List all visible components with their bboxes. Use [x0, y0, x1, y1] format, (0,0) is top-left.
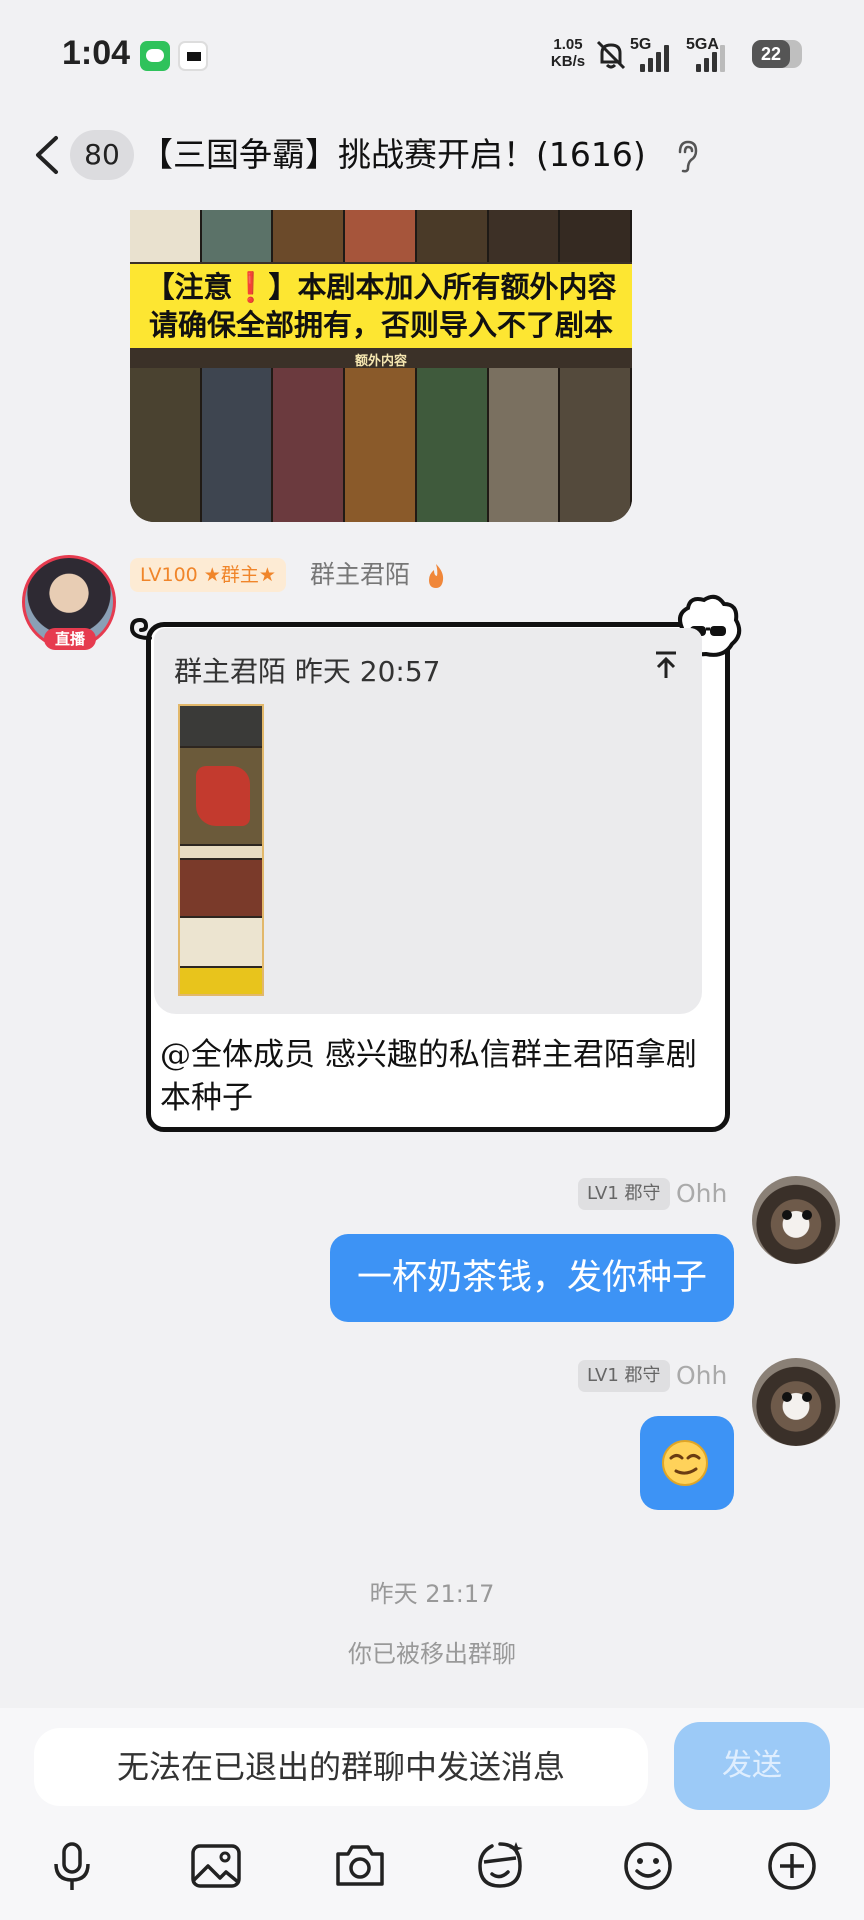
- mic-icon[interactable]: [44, 1838, 100, 1894]
- jump-to-original-icon[interactable]: [650, 648, 682, 682]
- bubble-curl-decoration: [129, 617, 152, 640]
- owner-level-badge: LV100 ★群主★: [130, 558, 286, 592]
- reply1-level-badge: LV1 郡守: [578, 1178, 670, 1210]
- battery-level: 22: [752, 40, 790, 68]
- sticker-icon[interactable]: [472, 1838, 528, 1894]
- flame-icon: [429, 564, 444, 588]
- wechat-icon: [140, 41, 170, 71]
- quoted-image-thumbnail[interactable]: [178, 704, 264, 996]
- live-tag: 直播: [44, 628, 96, 650]
- banner-caption: 额外内容: [354, 354, 407, 369]
- reply1-message-bubble[interactable]: 一杯奶茶钱，发你种子: [330, 1234, 734, 1322]
- signal-sim1-icon: 5G: [630, 36, 680, 72]
- reply1-sender-name[interactable]: Ohh: [676, 1178, 727, 1210]
- network-speed: 1.05 KB/s: [550, 36, 586, 70]
- banner-character-cards: [130, 368, 632, 522]
- owner-message-text: @全体成员 感兴趣的私信群主君陌拿剧本种子: [160, 1037, 697, 1116]
- status-bar: 1:04 1.05 KB/s 5G 5GA 22: [0, 0, 864, 110]
- signal-sim2-icon: 5GA: [686, 36, 742, 72]
- emoji-icon[interactable]: [620, 1838, 676, 1894]
- reply2-sender-name[interactable]: Ohh: [676, 1360, 727, 1392]
- status-time: 1:04: [62, 34, 131, 72]
- owner-sender-name[interactable]: 群主君陌: [310, 558, 410, 592]
- chat-title[interactable]: 【三国争霸】挑战赛开启！(1616): [140, 130, 646, 180]
- message-input[interactable]: 无法在已退出的群聊中发送消息: [34, 1728, 648, 1806]
- system-timestamp: 昨天 21:17: [369, 1580, 495, 1608]
- system-notice: 你已被移出群聊: [348, 1640, 516, 1668]
- app-notification-icon: [178, 41, 208, 71]
- send-button[interactable]: 发送: [674, 1722, 830, 1810]
- image-icon[interactable]: [188, 1838, 244, 1894]
- reply2-avatar[interactable]: [752, 1358, 840, 1446]
- smirk-emoji-icon: [662, 1440, 708, 1486]
- back-arrow-icon[interactable]: [28, 130, 68, 180]
- banner-top-strip: [130, 210, 632, 262]
- battery-icon: 22: [752, 40, 802, 68]
- plus-icon[interactable]: [764, 1838, 820, 1894]
- reply2-level-badge: LV1 郡守: [578, 1360, 670, 1392]
- shared-image[interactable]: 【注意❗】本剧本加入所有额外内容 请确保全部拥有，否则导入不了剧本 额外内容: [130, 210, 632, 522]
- reply1-avatar[interactable]: [752, 1176, 840, 1264]
- camera-icon[interactable]: [332, 1838, 388, 1894]
- mute-bell-icon: [596, 40, 626, 70]
- reply2-emoji-bubble[interactable]: [640, 1416, 734, 1510]
- quoted-message-header: 群主君陌 昨天 20:57: [174, 655, 441, 688]
- banner-warning-line2: 请确保全部拥有，否则导入不了剧本: [148, 308, 613, 342]
- unread-count-badge[interactable]: 80: [70, 130, 134, 180]
- earpiece-mode-icon[interactable]: [672, 138, 702, 174]
- banner-warning-line1: 【注意❗】本剧本加入所有额外内容: [145, 270, 617, 304]
